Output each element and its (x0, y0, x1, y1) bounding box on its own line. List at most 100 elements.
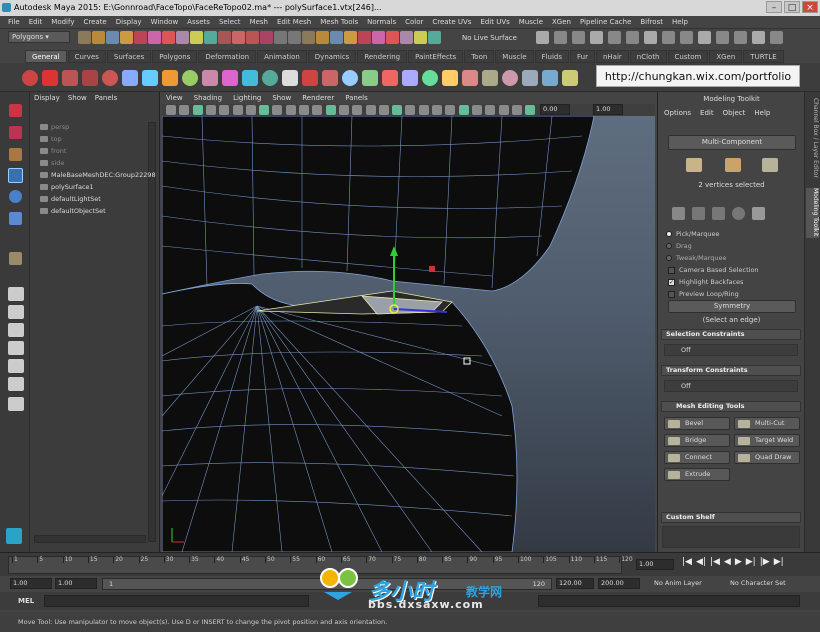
outliner-scrollbar[interactable] (148, 122, 156, 542)
outliner-item[interactable]: MaleBaseMeshDEC:Group22298 (40, 171, 156, 179)
radio-button[interactable] (666, 255, 672, 261)
status-tool-icon[interactable] (344, 31, 357, 44)
viewport-menu-lighting[interactable]: Lighting (233, 93, 261, 104)
shelf-tool-icon[interactable] (482, 70, 498, 86)
shelf-tool-icon[interactable] (382, 70, 398, 86)
menu-edit-uvs[interactable]: Edit UVs (480, 16, 509, 28)
pick-option[interactable]: Tweak/Marquee (666, 254, 727, 262)
checkbox[interactable]: ✓ (668, 278, 675, 286)
select-tool-icon[interactable] (9, 104, 22, 117)
shelf-tool-icon[interactable] (22, 70, 38, 86)
shelf-tool-icon[interactable] (42, 70, 58, 86)
shelf-tab-fur[interactable]: Fur (569, 50, 595, 63)
outliner-item[interactable]: defaultLightSet (40, 195, 101, 203)
menu-mesh-tools[interactable]: Mesh Tools (320, 16, 358, 28)
render-tool-icon[interactable] (572, 31, 585, 44)
shelf-tool-icon[interactable] (122, 70, 138, 86)
outliner-hscrollbar[interactable] (34, 535, 146, 543)
shelf-tool-icon[interactable] (142, 70, 158, 86)
viewport-toolbar-icon[interactable] (392, 105, 403, 115)
render-tool-icon[interactable] (770, 31, 783, 44)
shelf-tool-icon[interactable] (282, 70, 298, 86)
shelf-tab-painteffects[interactable]: PaintEffects (408, 50, 464, 63)
symmetry-button[interactable]: Symmetry (668, 300, 796, 313)
viewport-toolbar-icon[interactable] (458, 105, 469, 115)
outliner-menu-display[interactable]: Display (34, 94, 60, 102)
rotate-tool-icon[interactable] (9, 190, 22, 203)
step-forward-key-icon[interactable]: ▶| (746, 557, 756, 571)
viewport-menu-view[interactable]: View (166, 93, 183, 104)
radio-button[interactable] (666, 231, 672, 237)
viewport-toolbar-icon[interactable] (325, 105, 336, 115)
menu-modify[interactable]: Modify (51, 16, 74, 28)
shelf-tool-icon[interactable] (242, 70, 258, 86)
paint-select-icon[interactable] (9, 148, 22, 161)
shelf-tool-icon[interactable] (62, 70, 78, 86)
outliner-item[interactable]: persp (40, 123, 69, 131)
play-backward-icon[interactable]: ◀ (724, 557, 731, 571)
status-tool-icon[interactable] (246, 31, 259, 44)
render-tool-icon[interactable] (662, 31, 675, 44)
viewport-toolbar-icon[interactable] (285, 105, 296, 115)
render-tool-icon[interactable] (734, 31, 747, 44)
toolkit-menu-options[interactable]: Options (664, 109, 691, 117)
outliner-layout-icon[interactable] (8, 341, 24, 355)
close-button[interactable]: × (802, 1, 818, 13)
soft-select-icon[interactable] (732, 207, 745, 220)
playback-end-field[interactable]: 120.00 (556, 578, 594, 589)
menu-color[interactable]: Color (405, 16, 423, 28)
render-tool-icon[interactable] (752, 31, 765, 44)
shelf-tab-toon[interactable]: Toon (464, 50, 495, 63)
status-tool-icon[interactable] (162, 31, 175, 44)
menu-set-selector[interactable]: Polygons ▾ (8, 31, 70, 43)
shelf-tool-icon[interactable] (82, 70, 98, 86)
toolkit-menu-help[interactable]: Help (754, 109, 770, 117)
menu-select[interactable]: Select (219, 16, 241, 28)
status-tool-icon[interactable] (386, 31, 399, 44)
menu-assets[interactable]: Assets (187, 16, 210, 28)
outliner-item[interactable]: side (40, 159, 64, 167)
select-mode-icon[interactable] (672, 207, 685, 220)
viewport-menu-show[interactable]: Show (272, 93, 291, 104)
channel-box-tab[interactable]: Channel Box / Layer Editor (806, 98, 819, 188)
render-tool-icon[interactable] (590, 31, 603, 44)
shelf-tab-turtle[interactable]: TURTLE (743, 50, 784, 63)
status-tool-icon[interactable] (428, 31, 441, 44)
shelf-tab-fluids[interactable]: Fluids (534, 50, 569, 63)
shelf-tab-custom[interactable]: Custom (667, 50, 709, 63)
viewport-toolbar-icon[interactable] (166, 105, 176, 115)
viewport-toolbar-icon[interactable] (378, 105, 389, 115)
lasso-tool-icon[interactable] (9, 126, 22, 139)
outliner-item[interactable]: top (40, 135, 62, 143)
step-back-icon[interactable]: ◀| (696, 557, 706, 571)
render-tool-icon[interactable] (680, 31, 693, 44)
viewport-toolbar-icon[interactable] (405, 105, 416, 115)
live-surface-label[interactable]: No Live Surface (462, 34, 517, 42)
radio-button[interactable] (666, 243, 672, 249)
script-layout-icon[interactable] (8, 397, 24, 411)
viewport-toolbar-icon[interactable] (272, 105, 283, 115)
tool-bridge-button[interactable]: Bridge (664, 434, 730, 447)
anim-layer-label[interactable]: No Anim Layer (654, 579, 702, 587)
edge-mode-icon[interactable] (725, 158, 741, 172)
status-tool-icon[interactable] (232, 31, 245, 44)
move-icon[interactable] (712, 207, 725, 220)
maximize-button[interactable]: □ (784, 1, 800, 13)
checkbox[interactable] (668, 290, 675, 298)
character-set-label[interactable]: No Character Set (730, 579, 786, 587)
shelf-tool-icon[interactable] (362, 70, 378, 86)
shelf-tab-rendering[interactable]: Rendering (357, 50, 408, 63)
vertex-mode-icon[interactable] (686, 158, 702, 172)
menu-file[interactable]: File (8, 16, 20, 28)
viewport-toolbar-icon[interactable] (179, 105, 190, 115)
viewport-menu-panels[interactable]: Panels (345, 93, 368, 104)
shelf-tab-curves[interactable]: Curves (67, 50, 106, 63)
menu-mesh[interactable]: Mesh (250, 16, 268, 28)
status-tool-icon[interactable] (260, 31, 273, 44)
status-tool-icon[interactable] (120, 31, 133, 44)
step-back-key-icon[interactable]: |◀ (710, 557, 720, 571)
shelf-tool-icon[interactable] (182, 70, 198, 86)
render-tool-icon[interactable] (698, 31, 711, 44)
outliner-item[interactable]: polySurface1 (40, 183, 94, 191)
status-tool-icon[interactable] (92, 31, 105, 44)
